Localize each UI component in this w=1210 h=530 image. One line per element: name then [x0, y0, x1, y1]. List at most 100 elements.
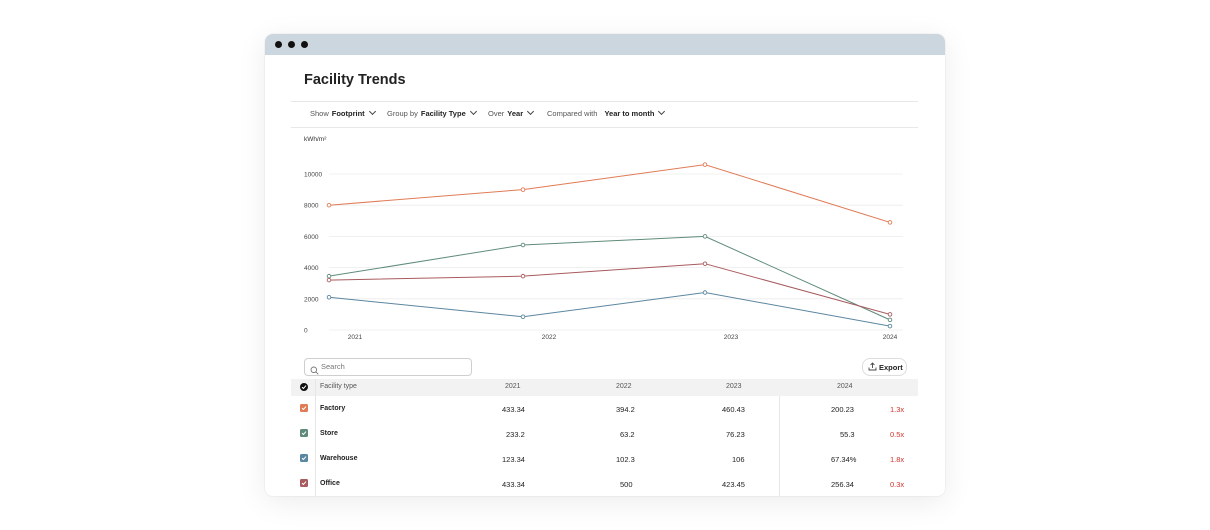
row-value-2024: 200.23: [831, 405, 854, 414]
header-facility-type[interactable]: Facility type: [320, 383, 357, 390]
series-line: [328, 263, 891, 315]
upload-icon: [868, 362, 877, 373]
row-value-2021: 433.34: [502, 480, 525, 489]
header-2024[interactable]: 2024: [837, 383, 853, 390]
column-divider: [779, 396, 780, 496]
header-2021[interactable]: 2021: [505, 383, 521, 390]
row-value-2022: 500: [620, 480, 633, 489]
row-value-2021: 123.34: [502, 455, 525, 464]
table-row[interactable]: Store 233.2 63.2 76.23 55.3 0.5x: [291, 421, 918, 447]
row-checkbox[interactable]: [300, 404, 308, 412]
data-point: [887, 220, 893, 225]
header-2023[interactable]: 2023: [726, 383, 742, 390]
row-value-2022: 63.2: [620, 430, 635, 439]
data-point: [520, 273, 526, 279]
y-tick-label: 6000: [304, 234, 319, 241]
column-divider: [315, 379, 316, 496]
chevron-down-icon: [527, 107, 535, 116]
search-input[interactable]: [321, 360, 461, 373]
row-value-2024: 67.34%: [831, 455, 857, 464]
table-row[interactable]: Warehouse 123.34 102.3 106 67.34% 1.8x: [291, 446, 918, 472]
x-tick-label: 2021: [348, 334, 363, 341]
y-tick-label: 8000: [304, 203, 319, 210]
select-all-checkbox[interactable]: [300, 383, 308, 391]
data-point: [520, 187, 526, 192]
data-point: [702, 234, 708, 239]
show-filter-label: Show: [310, 109, 329, 118]
chevron-down-icon: [368, 107, 376, 116]
show-filter-dropdown[interactable]: Show Footprint: [310, 107, 376, 118]
x-tick-label: 2022: [542, 334, 557, 341]
row-checkbox[interactable]: [300, 429, 308, 437]
data-point: [326, 294, 332, 300]
window-dot-icon[interactable]: [288, 41, 295, 48]
data-point: [520, 242, 526, 248]
row-checkbox[interactable]: [300, 479, 308, 487]
table-row[interactable]: Factory 433.34 394.2 460.43 200.23 1.3x: [291, 396, 918, 422]
table-header-row: Facility type 2021 2022 2023 2024: [291, 379, 918, 397]
window-dot-icon[interactable]: [301, 41, 308, 48]
row-value-2023: 76.23: [726, 430, 745, 439]
data-point: [326, 273, 332, 279]
line-chart: kWh/m² 0 2000 4000 6000 8000 10000 2021 2022 202…: [291, 130, 918, 355]
row-value-2022: 102.3: [616, 455, 635, 464]
table-row[interactable]: Office 433.34 500 423.45 256.34 0.3x: [291, 471, 918, 496]
series-line: [328, 164, 891, 223]
row-value-2023: 106: [732, 455, 745, 464]
over-value: Year: [507, 109, 524, 118]
x-tick-label: 2023: [724, 334, 739, 341]
compared-with-value: Year to month: [604, 109, 655, 118]
compared-with-dropdown[interactable]: Compared with Year to month: [547, 107, 666, 118]
page-title: Facility Trends: [304, 72, 406, 88]
row-value-2024: 256.34: [831, 480, 854, 489]
group-by-value: Facility Type: [420, 109, 466, 118]
group-by-dropdown[interactable]: Group by Facility Type: [387, 107, 477, 118]
data-point: [520, 314, 526, 319]
data-point: [887, 317, 893, 323]
x-tick-label: 2024: [883, 334, 898, 341]
y-axis-label: kWh/m²: [304, 136, 327, 143]
y-tick-label: 10000: [304, 172, 322, 179]
window-dot-icon[interactable]: [275, 41, 282, 48]
data-point: [702, 290, 708, 295]
data-point: [326, 202, 332, 208]
group-by-label: Group by: [387, 109, 418, 118]
y-tick-label: 2000: [304, 296, 319, 303]
row-ratio: 0.5x: [890, 430, 905, 439]
row-value-2023: 460.43: [722, 405, 745, 414]
chevron-down-icon: [658, 107, 666, 116]
export-button[interactable]: Export: [862, 358, 907, 376]
data-point: [326, 277, 332, 283]
window-titlebar: [265, 34, 945, 55]
show-filter-value: Footprint: [331, 109, 365, 118]
over-label: Over: [488, 109, 505, 118]
row-ratio: 0.3x: [890, 480, 905, 489]
row-ratio: 1.3x: [890, 405, 905, 414]
data-point: [702, 162, 708, 167]
over-dropdown[interactable]: Over Year: [488, 107, 535, 118]
row-facility-name: Factory: [320, 405, 346, 412]
y-tick-label: 0: [304, 328, 308, 335]
compared-with-label: Compared with: [547, 109, 598, 118]
row-value-2022: 394.2: [616, 405, 635, 414]
data-point: [887, 312, 893, 317]
header-2022[interactable]: 2022: [616, 383, 632, 390]
app-window: Facility Trends Show Footprint Group by Fa…: [265, 34, 945, 496]
row-value-2024: 55.3: [840, 430, 855, 439]
row-checkbox[interactable]: [300, 454, 308, 462]
data-point: [887, 323, 893, 329]
filter-bar: Show Footprint Group by Facility Type Over…: [291, 101, 918, 128]
line-chart-svg: kWh/m² 0 2000 4000 6000 8000 10000 2021 2022 202…: [304, 136, 903, 341]
data-point: [702, 261, 708, 266]
row-value-2021: 433.34: [502, 405, 525, 414]
y-tick-label: 4000: [304, 265, 319, 272]
series-line: [328, 292, 891, 327]
export-label: Export: [879, 363, 903, 372]
row-facility-name: Office: [320, 480, 340, 487]
row-value-2023: 423.45: [722, 480, 745, 489]
row-value-2021: 233.2: [506, 430, 525, 439]
chevron-down-icon: [469, 107, 477, 116]
row-facility-name: Warehouse: [320, 455, 358, 462]
search-icon: [310, 362, 319, 380]
search-box[interactable]: [304, 358, 472, 376]
